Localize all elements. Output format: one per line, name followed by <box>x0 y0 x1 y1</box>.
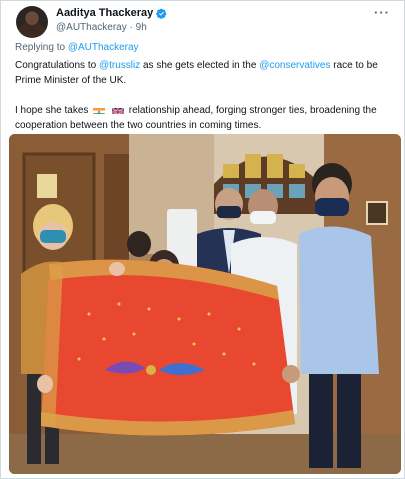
author-avatar[interactable] <box>16 6 48 38</box>
replying-prefix: Replying to <box>15 42 66 53</box>
tweet-paragraph-2: I hope she takes relationship ahead, for… <box>15 103 395 133</box>
author-name[interactable]: Aaditya Thackeray <box>56 7 153 19</box>
more-options-icon[interactable]: ··· <box>374 5 390 20</box>
uk-flag-icon <box>111 106 124 114</box>
verified-badge-icon <box>156 8 167 19</box>
text-segment: I hope she takes <box>15 105 89 116</box>
mention-trussliz[interactable]: @trussliz <box>99 60 140 71</box>
tweet-card[interactable]: Aaditya Thackeray @AUThackeray · 9h ··· … <box>0 0 405 479</box>
text-segment: Congratulations to <box>15 60 97 71</box>
tweet-time[interactable]: 9h <box>136 22 147 33</box>
author-name-row: Aaditya Thackeray <box>56 7 167 19</box>
tweet-text: Congratulations to @trussliz as she gets… <box>15 58 395 133</box>
mention-conservatives[interactable]: @conservatives <box>259 60 330 71</box>
tweet-photo[interactable] <box>9 134 401 474</box>
tweet-paragraph-1: Congratulations to @trussliz as she gets… <box>15 58 395 88</box>
author-handle-row: @AUThackeray · 9h <box>56 22 147 33</box>
author-handle[interactable]: @AUThackeray <box>56 22 127 33</box>
separator-dot: · <box>129 22 133 33</box>
replying-to-line: Replying to @AUThackeray <box>15 42 139 53</box>
replying-to-mention[interactable]: @AUThackeray <box>68 42 139 53</box>
text-segment: as she gets elected in the <box>143 60 257 71</box>
india-flag-icon <box>93 106 106 114</box>
group-photo-image <box>9 134 401 474</box>
